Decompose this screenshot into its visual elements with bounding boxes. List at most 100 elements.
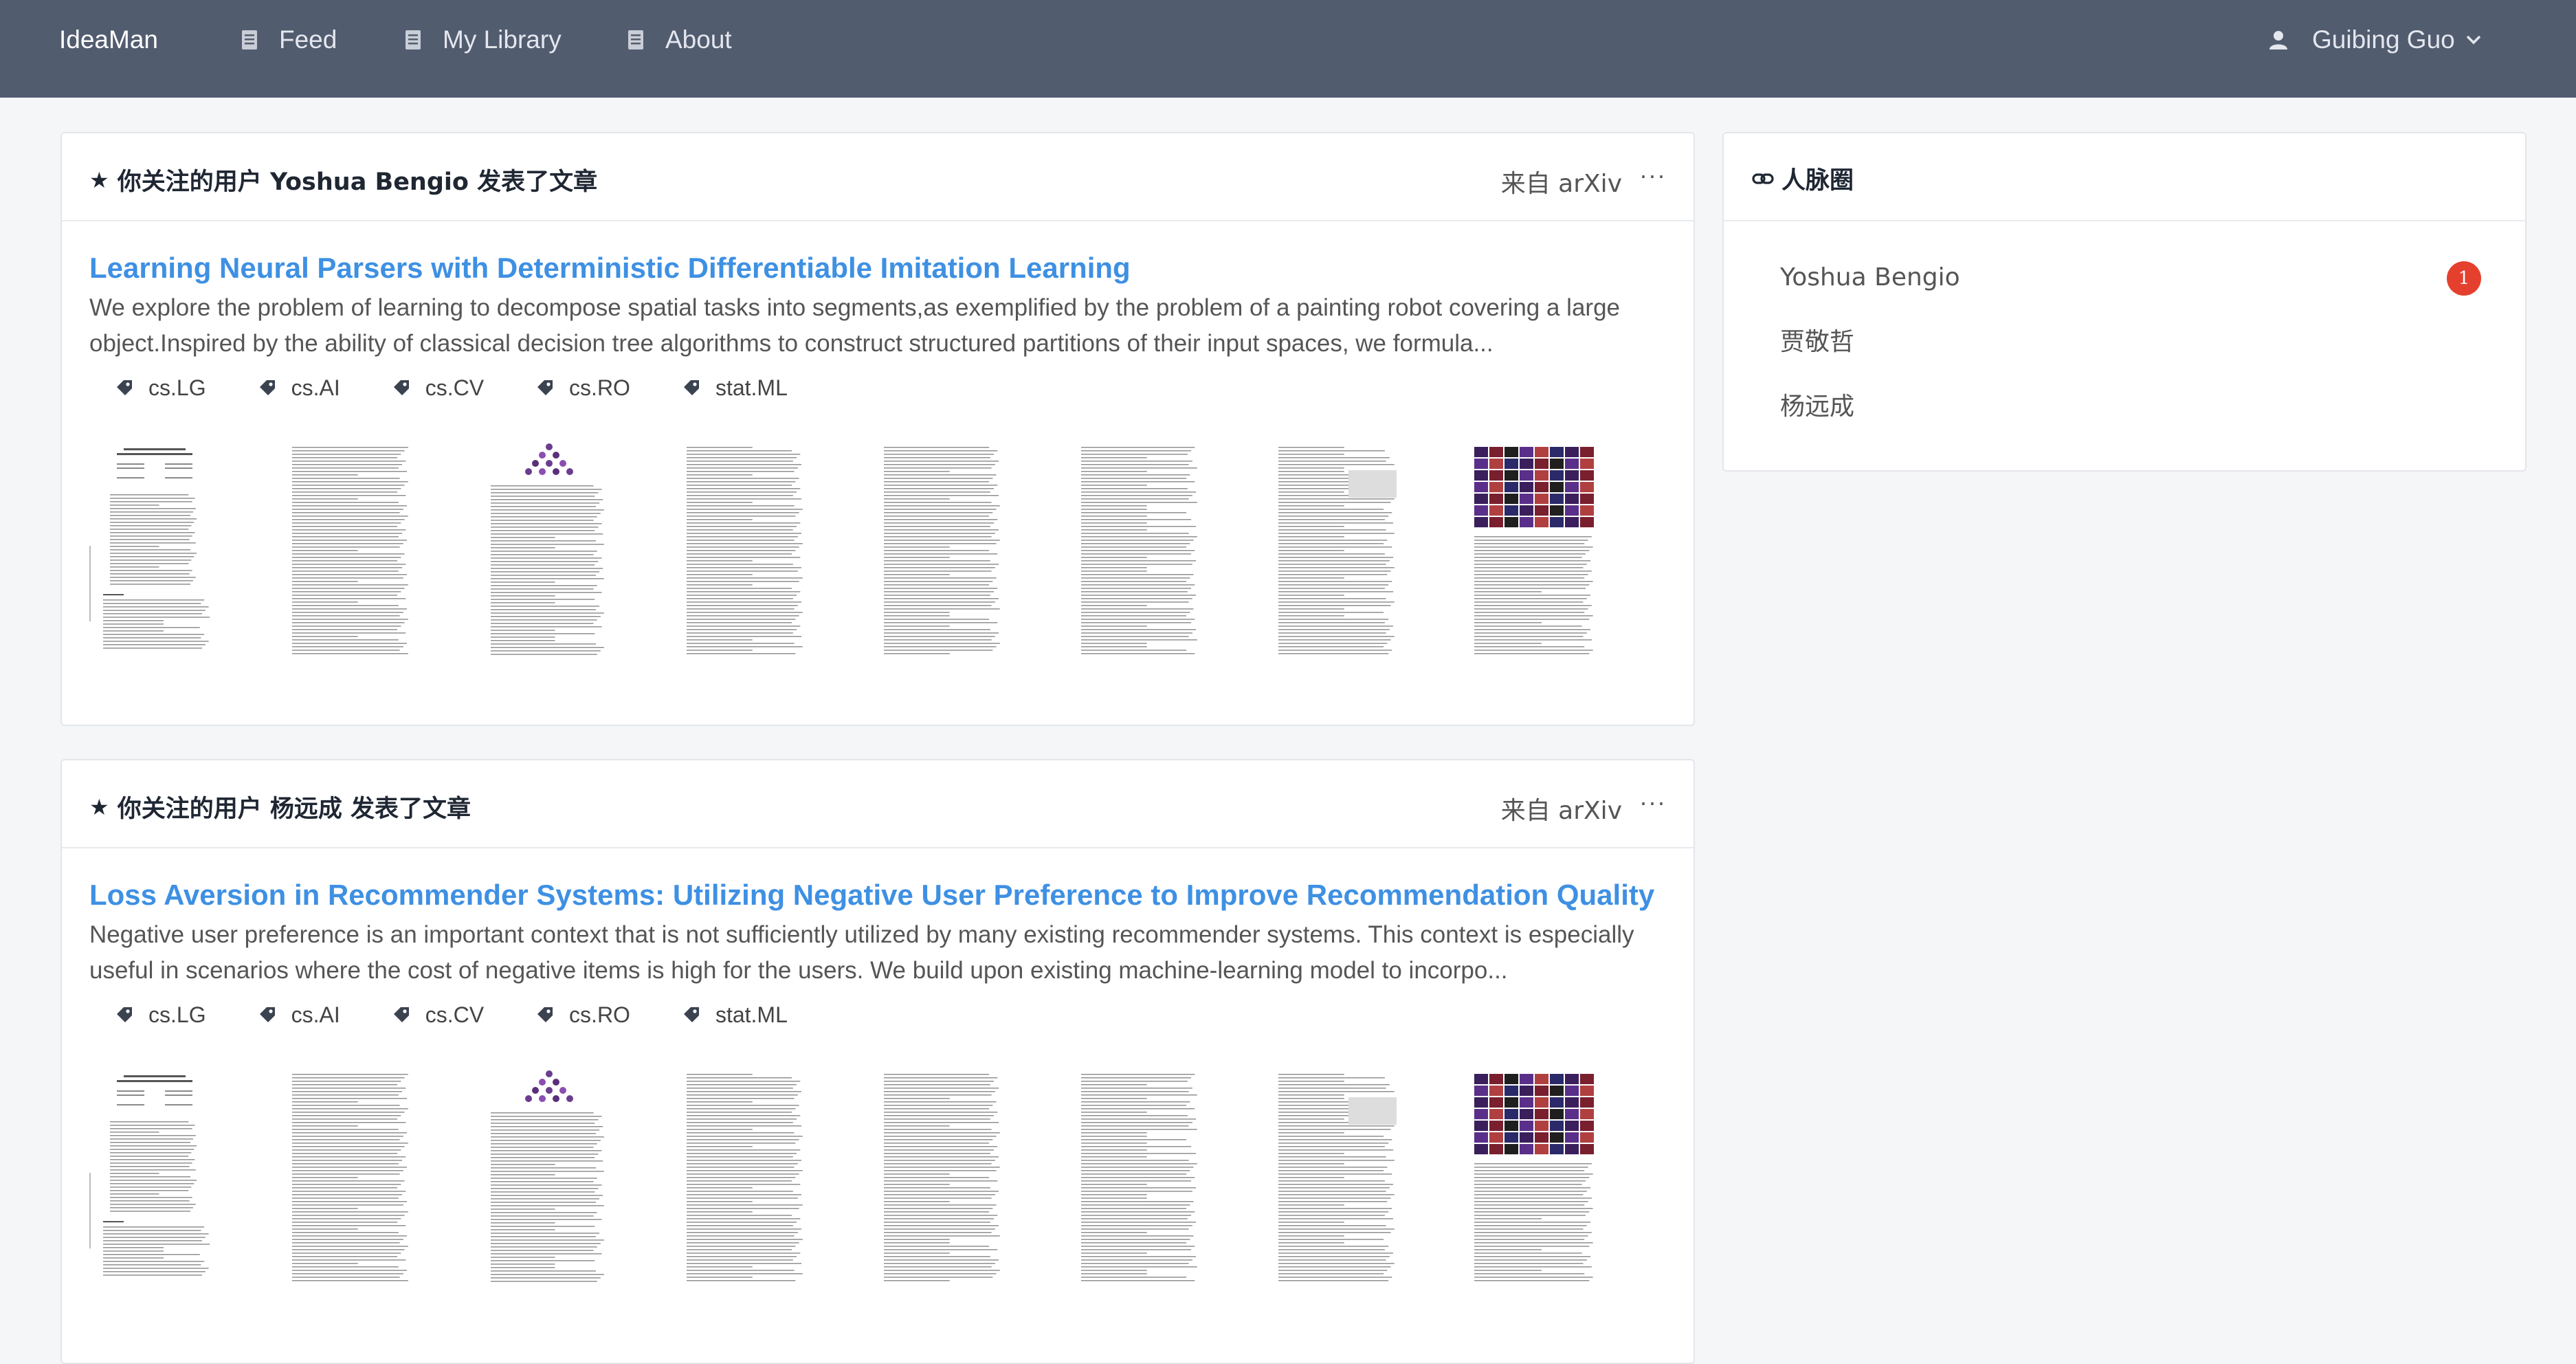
- feed-card: ★ 你关注的用户 杨远成 发表了文章 来自 arXiv ··· Loss Ave…: [60, 759, 1695, 1364]
- tag-list: cs.LG cs.AI cs.CV cs.RO stat.ML: [89, 373, 788, 403]
- tag-item[interactable]: cs.LG: [89, 1002, 206, 1028]
- page-thumbnail[interactable]: [89, 443, 220, 661]
- tag-item[interactable]: cs.RO: [484, 1002, 630, 1028]
- tag-item[interactable]: cs.LG: [89, 375, 206, 401]
- page-thumbnail[interactable]: [484, 443, 614, 661]
- top-navbar: IdeaMan Feed My Library About Guibing Gu…: [0, 0, 2576, 98]
- star-icon: ★: [89, 793, 109, 820]
- nav-feed-label: Feed: [279, 25, 337, 54]
- nav-feed[interactable]: Feed: [241, 25, 337, 55]
- tag-label: cs.CV: [425, 375, 485, 400]
- contact-name: Yoshua Bengio: [1780, 263, 1960, 292]
- brand-logo[interactable]: IdeaMan: [59, 25, 158, 55]
- page-thumbnail[interactable]: [1076, 443, 1206, 661]
- tag-item[interactable]: cs.AI: [206, 375, 340, 401]
- more-options-button[interactable]: ···: [1639, 161, 1666, 190]
- page-thumbnail[interactable]: [878, 1070, 1009, 1288]
- user-icon: [2269, 31, 2287, 50]
- tag-icon: [683, 380, 699, 395]
- tag-label: cs.RO: [569, 1002, 630, 1027]
- chevron-down-icon: [2466, 35, 2480, 45]
- feed-card-header-title: ★ 你关注的用户 Yoshua Bengio 发表了文章: [89, 162, 597, 197]
- tag-icon: [117, 1007, 132, 1022]
- tag-item[interactable]: cs.RO: [484, 375, 630, 401]
- link-icon: [1752, 173, 1774, 184]
- user-name: Guibing Guo: [2312, 25, 2455, 54]
- page-thumbnail[interactable]: [1470, 1070, 1601, 1288]
- network-panel-header: 人脉圈: [1724, 133, 2525, 221]
- nav-about-label: About: [665, 25, 732, 54]
- feed-card-header-text: 你关注的用户 Yoshua Bengio 发表了文章: [117, 168, 598, 196]
- abstract-line: useful in scenarios where the cost of ne…: [89, 957, 1508, 984]
- paper-title-link[interactable]: Loss Aversion in Recommender Systems: Ut…: [89, 879, 1654, 912]
- tag-icon: [393, 1007, 409, 1022]
- tag-icon: [537, 1007, 553, 1022]
- notification-badge: 1: [2447, 261, 2481, 296]
- tag-label: cs.AI: [291, 1002, 340, 1027]
- tag-item[interactable]: cs.CV: [340, 375, 484, 401]
- tag-label: stat.ML: [715, 1002, 788, 1027]
- contact-item[interactable]: 贾敬哲: [1780, 327, 2481, 392]
- tag-icon: [259, 380, 275, 395]
- document-icon: [628, 30, 643, 50]
- nav-my-library[interactable]: My Library: [404, 25, 562, 55]
- network-panel-title-text: 人脉圈: [1781, 167, 1854, 195]
- contact-item[interactable]: Yoshua Bengio 1: [1780, 261, 2481, 327]
- page-thumbnail[interactable]: [878, 443, 1009, 661]
- page-thumbnail[interactable]: [287, 443, 417, 661]
- tag-label: cs.LG: [148, 375, 206, 400]
- nav-about[interactable]: About: [627, 25, 732, 55]
- page-thumbnail[interactable]: [681, 443, 812, 661]
- tag-label: cs.RO: [569, 375, 630, 400]
- tag-item[interactable]: stat.ML: [630, 375, 788, 401]
- page-thumbnail[interactable]: [681, 1070, 812, 1288]
- contact-item[interactable]: 杨远成: [1780, 392, 2481, 456]
- contact-list: Yoshua Bengio 1 贾敬哲 杨远成: [1780, 261, 2481, 456]
- contact-name: 贾敬哲: [1780, 328, 1855, 356]
- tag-icon: [393, 380, 409, 395]
- feed-card-header: ★ 你关注的用户 杨远成 发表了文章 来自 arXiv ···: [62, 760, 1694, 848]
- tag-item[interactable]: stat.ML: [630, 1002, 788, 1028]
- source-label: 来自 arXiv: [1500, 797, 1622, 825]
- abstract-line: We explore the problem of learning to de…: [89, 294, 1620, 321]
- tag-item[interactable]: cs.CV: [340, 1002, 484, 1028]
- page-thumbnails: [89, 443, 1670, 670]
- user-menu[interactable]: Guibing Guo: [2268, 25, 2483, 55]
- tag-label: cs.AI: [291, 375, 340, 400]
- feed-card-header-title: ★ 你关注的用户 杨远成 发表了文章: [89, 789, 471, 824]
- tag-icon: [537, 380, 553, 395]
- tag-label: cs.CV: [425, 1002, 485, 1027]
- tag-item[interactable]: cs.AI: [206, 1002, 340, 1028]
- contact-name: 杨远成: [1780, 393, 1855, 421]
- page-thumbnail[interactable]: [1273, 1070, 1403, 1288]
- feed-card-header-text: 你关注的用户 杨远成 发表了文章: [117, 795, 471, 823]
- page-thumbnail[interactable]: [1273, 443, 1403, 661]
- paper-title-link[interactable]: Learning Neural Parsers with Determinist…: [89, 252, 1131, 285]
- document-icon: [406, 30, 421, 50]
- network-panel-title: 人脉圈: [1751, 161, 1854, 196]
- nav-my-library-label: My Library: [443, 25, 562, 54]
- tag-list: cs.LG cs.AI cs.CV cs.RO stat.ML: [89, 1000, 788, 1030]
- page-thumbnail[interactable]: [1076, 1070, 1206, 1288]
- paper-abstract: We explore the problem of learning to de…: [89, 290, 1670, 362]
- tag-icon: [683, 1007, 699, 1022]
- tag-label: stat.ML: [715, 375, 788, 400]
- document-icon: [242, 30, 257, 50]
- tag-icon: [117, 380, 132, 395]
- tag-label: cs.LG: [148, 1002, 206, 1027]
- tag-icon: [259, 1007, 275, 1022]
- page-thumbnail[interactable]: [1470, 443, 1601, 661]
- feed-card-header: ★ 你关注的用户 Yoshua Bengio 发表了文章 来自 arXiv ··…: [62, 133, 1694, 221]
- paper-abstract: Negative user preference is an important…: [89, 917, 1670, 989]
- more-options-button[interactable]: ···: [1639, 788, 1666, 817]
- page-thumbnail[interactable]: [89, 1070, 220, 1288]
- page-thumbnail[interactable]: [484, 1070, 614, 1288]
- page-thumbnail[interactable]: [287, 1070, 417, 1288]
- source-label: 来自 arXiv: [1500, 170, 1622, 198]
- feed-card: ★ 你关注的用户 Yoshua Bengio 发表了文章 来自 arXiv ··…: [60, 132, 1695, 726]
- abstract-line: Negative user preference is an important…: [89, 921, 1634, 948]
- star-icon: ★: [89, 166, 109, 193]
- network-panel: 人脉圈 Yoshua Bengio 1 贾敬哲 杨远成: [1722, 132, 2527, 472]
- abstract-line: object.Inspired by the ability of classi…: [89, 330, 1494, 357]
- page-thumbnails: [89, 1070, 1670, 1297]
